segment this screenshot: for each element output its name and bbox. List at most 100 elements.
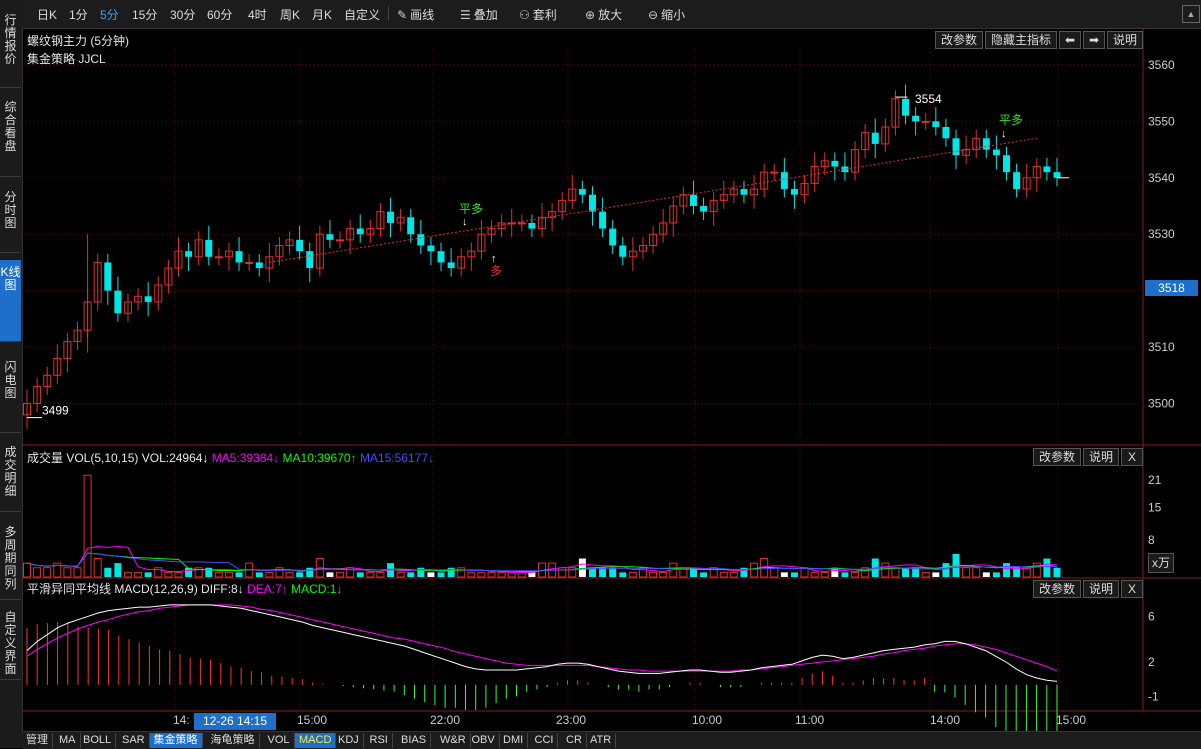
indicator-tab[interactable]: ATR bbox=[586, 733, 617, 748]
candle-down bbox=[1053, 172, 1061, 178]
candle-down bbox=[912, 115, 920, 122]
vol-panel-header: 成交量 VOL(5,10,15) VOL:24964↓ MA5:39384↓ M… bbox=[27, 449, 434, 466]
indicator-tab[interactable]: CR bbox=[562, 733, 587, 748]
vol-bar-up bbox=[497, 571, 506, 578]
high-price-label: 3554 bbox=[915, 92, 942, 106]
signal-label: 平多 bbox=[459, 202, 483, 216]
vol-bar-up bbox=[1032, 562, 1041, 578]
indicator-tab[interactable]: 集金策略 bbox=[149, 733, 203, 748]
x-tick-label: 14: bbox=[173, 713, 190, 727]
indicator-tab[interactable]: CCI bbox=[531, 733, 559, 748]
vol-bar-down bbox=[790, 572, 798, 577]
indicator-tab[interactable]: 管理 bbox=[22, 733, 53, 748]
macd-diff-line bbox=[26, 604, 1058, 682]
panel-button[interactable]: X bbox=[1121, 448, 1143, 466]
panel-button[interactable]: 说明 bbox=[1083, 580, 1119, 598]
vol-bar-up bbox=[972, 567, 981, 578]
vol-ma15-line bbox=[26, 552, 1057, 572]
vol-tick-label: 15 bbox=[1148, 501, 1162, 515]
vol-bar-down bbox=[114, 563, 122, 577]
indicator-tab[interactable]: BIAS bbox=[397, 733, 432, 748]
vol-bar-down bbox=[104, 567, 112, 577]
candle-down bbox=[296, 239, 304, 252]
indicator-tab[interactable]: MACD bbox=[295, 733, 337, 748]
candle-down bbox=[871, 132, 879, 144]
vol-bar-down bbox=[255, 572, 263, 577]
vol-bar-up bbox=[134, 571, 143, 578]
signal-label: 平多 bbox=[999, 113, 1023, 127]
vol-bar-down bbox=[932, 572, 940, 577]
x-tick-label: 15:00 bbox=[1056, 713, 1086, 727]
macd-tick-label: 2 bbox=[1148, 655, 1155, 669]
y-tick-label: 3510 bbox=[1148, 340, 1175, 354]
indicator-tab[interactable]: VOL bbox=[264, 733, 295, 748]
macd-panel-header: 平滑异同平均线 MACD(12,26,9) DIFF:8↓ DEA:7↑ MAC… bbox=[27, 580, 342, 597]
vol-bar-up bbox=[628, 571, 637, 578]
macd-tick-label: -1 bbox=[1148, 689, 1159, 703]
y-tick-label: 3500 bbox=[1148, 397, 1175, 411]
signal-label: 多 bbox=[490, 264, 502, 278]
vol-bar-down bbox=[1043, 558, 1051, 577]
indicator-tab[interactable]: SAR bbox=[118, 733, 150, 748]
vol-bar-up bbox=[123, 571, 132, 578]
candle-down bbox=[417, 234, 425, 246]
candle-down bbox=[952, 138, 960, 156]
indicator-tab[interactable]: 海龟策略 bbox=[207, 733, 260, 748]
panel-button[interactable]: ➡ bbox=[1083, 31, 1105, 49]
candle-down bbox=[932, 121, 940, 127]
vol-bar-up bbox=[467, 571, 476, 578]
vol-bar-up bbox=[214, 571, 223, 578]
panel-button[interactable]: 改参数 bbox=[935, 31, 983, 49]
indicator-tab[interactable]: W&R bbox=[436, 733, 471, 748]
indicator-tab[interactable]: BOLL bbox=[79, 733, 117, 748]
main-panel-title: 螺纹钢主力 (5分钟) bbox=[27, 34, 130, 48]
panel-button[interactable]: X bbox=[1121, 580, 1143, 598]
indicator-tab-bar: 管理 MA BOLL SAR 集金策略 海龟策略 VOL MACD KDJ RSI BIAS W&R O… bbox=[22, 731, 1201, 749]
vol-bar-down bbox=[235, 572, 243, 577]
indicator-tab[interactable]: OBV bbox=[468, 733, 500, 748]
vol-bar-up bbox=[820, 571, 829, 578]
signal-arrow-down-icon: ↓ bbox=[462, 216, 468, 228]
x-tick-label: 22:00 bbox=[430, 713, 460, 727]
vol-bar-up bbox=[174, 571, 183, 578]
candle-down bbox=[780, 172, 788, 190]
vol-bar-down bbox=[780, 572, 788, 577]
candle-down bbox=[528, 222, 536, 229]
vol-bar-down bbox=[982, 572, 990, 577]
vol-bar-up bbox=[63, 567, 72, 578]
vol-ma10: MA10:39670↑ bbox=[282, 451, 357, 465]
x-tick-label: 14:00 bbox=[930, 713, 960, 727]
panel-button[interactable]: 隐藏主指标 bbox=[985, 31, 1057, 49]
panel-button[interactable]: ⬅ bbox=[1059, 31, 1081, 49]
macd-title: 平滑异同平均线 MACD(12,26,9) bbox=[27, 582, 198, 596]
y-tick-label: 3540 bbox=[1148, 171, 1175, 185]
candle-down bbox=[326, 234, 334, 240]
candle-down bbox=[992, 149, 1000, 156]
candle-down bbox=[1003, 155, 1011, 173]
candle-down bbox=[407, 217, 415, 235]
vol-bar-down bbox=[437, 572, 445, 577]
macd-diff: DIFF:8↓ bbox=[201, 582, 244, 596]
kline-chart[interactable]: 350035103520353035403550356034993554平多↓↑… bbox=[0, 0, 1201, 748]
vol-bar-down bbox=[700, 572, 708, 577]
indicator-tab[interactable]: MA bbox=[55, 733, 81, 748]
candle-down bbox=[700, 206, 708, 212]
panel-button[interactable]: 说明 bbox=[1107, 31, 1143, 49]
indicator-tab[interactable]: RSI bbox=[366, 733, 393, 748]
vol-title: 成交量 VOL(5,10,15) bbox=[27, 451, 139, 465]
panel-button[interactable]: 改参数 bbox=[1033, 580, 1081, 598]
candle-down bbox=[578, 189, 586, 195]
cursor-time-tooltip: 12-26 14:15 bbox=[194, 713, 276, 730]
vol-bar-up bbox=[396, 571, 405, 578]
candle-down bbox=[306, 251, 314, 269]
macd-dea-line bbox=[26, 604, 1058, 672]
vol-bar-up bbox=[224, 571, 233, 578]
indicator-tab[interactable]: KDJ bbox=[334, 733, 364, 748]
vol-bar-up bbox=[719, 571, 728, 578]
signal-arrow-down-icon: ↓ bbox=[1001, 128, 1007, 140]
candle-down bbox=[114, 290, 122, 314]
indicator-tab[interactable]: DMI bbox=[499, 733, 529, 748]
vol-bar-up bbox=[962, 567, 971, 578]
panel-button[interactable]: 说明 bbox=[1083, 448, 1119, 466]
panel-button[interactable]: 改参数 bbox=[1033, 448, 1081, 466]
